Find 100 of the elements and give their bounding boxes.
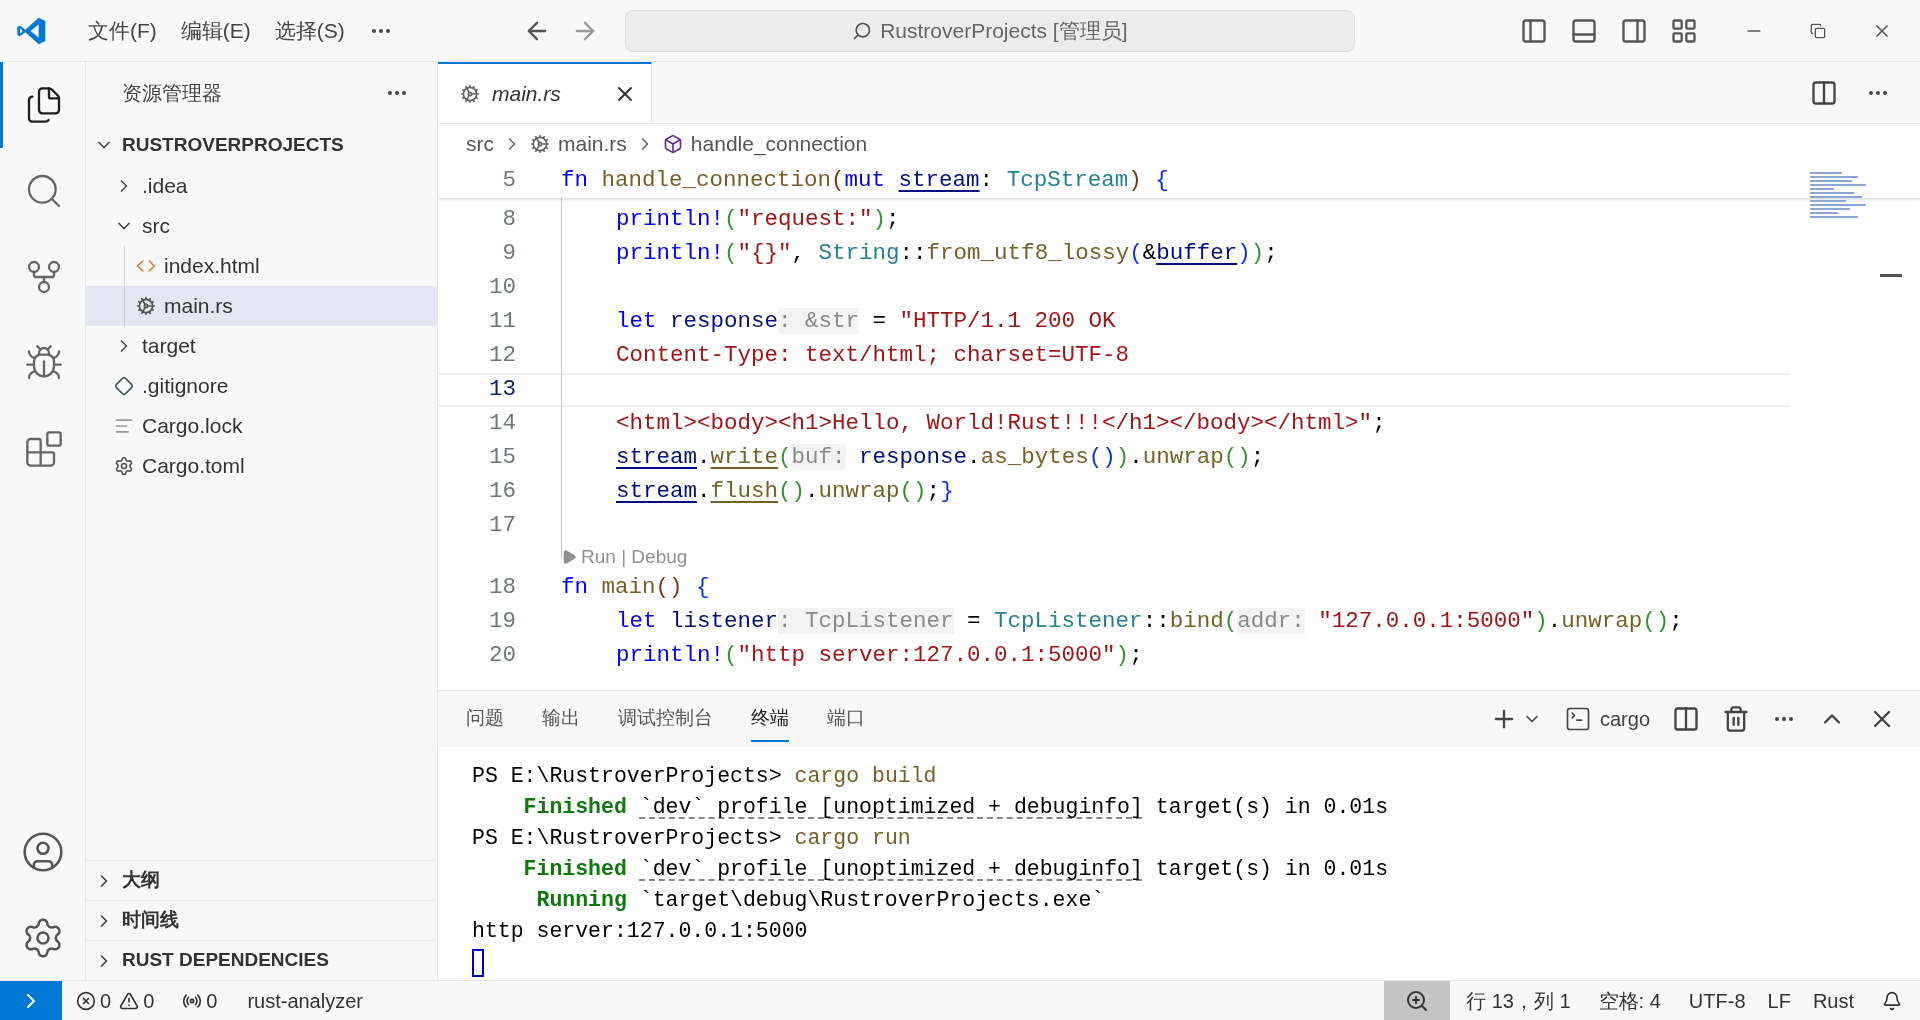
encoding-status[interactable]: UTF-8 [1688, 985, 1746, 1016]
line-number: 19 [488, 607, 517, 637]
breadcrumb-item[interactable]: src [466, 128, 494, 160]
code-line: fn handle_connection(mut stream: TcpStream) { [560, 166, 1169, 196]
code-line: <html><body><h1>Hello, World!Rust!!!</h1></body></html>"; [615, 409, 1386, 439]
split-editor-icon[interactable] [1810, 78, 1838, 107]
file-tree-item[interactable]: target [86, 326, 437, 366]
toggle-secondary-sidebar-icon[interactable] [1620, 16, 1648, 45]
file-tree-item[interactable]: index.html [86, 246, 437, 286]
line-number: 14 [488, 409, 517, 439]
account-icon[interactable] [20, 830, 65, 874]
menu-item[interactable]: 编辑(E) [168, 14, 263, 47]
file-icon [460, 83, 480, 104]
file-name: Cargo.lock [142, 413, 243, 440]
file-name: .idea [142, 173, 188, 200]
line-number: 17 [488, 511, 517, 541]
toggle-panel-icon[interactable] [1570, 16, 1598, 45]
file-name: .gitignore [142, 373, 229, 400]
line-number: 12 [488, 341, 517, 371]
line-number: 16 [488, 477, 517, 507]
code-line: Content-Type: text/html; charset=UTF-8 [615, 341, 1130, 371]
panel-tab[interactable]: 问题 [466, 695, 504, 743]
terminal-selector[interactable]: cargo [1563, 704, 1650, 734]
section-header[interactable]: 大纲 [86, 860, 437, 900]
menu-item[interactable]: 文件(F) [76, 14, 169, 47]
error-icon [76, 990, 96, 1011]
notifications-icon[interactable] [1882, 990, 1902, 1011]
split-terminal-icon[interactable] [1672, 705, 1700, 733]
menu-item[interactable]: 选择(S) [262, 14, 357, 47]
panel-tab[interactable]: 调试控制台 [618, 695, 713, 743]
file-tree-item[interactable]: .idea [86, 166, 437, 206]
file-icon [114, 416, 134, 436]
warning-icon [119, 990, 140, 1011]
panel-title: 资源管理器 [122, 81, 222, 106]
indentation-status[interactable]: 空格: 4 [1598, 985, 1661, 1016]
search-icon [852, 20, 873, 41]
breadcrumb-item[interactable]: main.rs [558, 128, 627, 160]
breadcrumb-item[interactable]: handle_connection [690, 128, 868, 160]
terminal-cursor [472, 949, 484, 977]
file-icon [114, 456, 134, 476]
file-name: index.html [164, 253, 260, 280]
line-number: 18 [488, 573, 517, 603]
file-name: main.rs [164, 293, 233, 320]
code-line: let listener: TcpListener = TcpListener::bind(addr: "127.0.0.1:5000").unwrap(); [615, 607, 1683, 637]
code-line: println!("http server:127.0.0.1:5000"); [615, 641, 1143, 671]
section-header[interactable]: RUSTROVERPROJECTS [86, 124, 437, 166]
panel-tab[interactable]: 输出 [542, 695, 580, 743]
line-number: 8 [501, 205, 517, 235]
section-header[interactable]: 时间线 [86, 900, 437, 940]
line-number: 15 [488, 443, 517, 473]
zoom-button[interactable] [1384, 981, 1451, 1020]
code-line: println!("request:"); [615, 205, 900, 235]
file-name: src [142, 213, 170, 240]
section-title: RUST DEPENDENCIES [122, 948, 329, 973]
problems-button[interactable]: 0 0 [76, 985, 155, 1016]
code-line: stream.flush().unwrap();} [615, 477, 954, 507]
layout-icon[interactable] [1670, 16, 1698, 45]
toggle-sidebar-icon[interactable] [1520, 16, 1548, 45]
line-number: 11 [488, 307, 517, 337]
file-name: target [142, 333, 196, 360]
file-icon [114, 376, 134, 396]
file-tree-item[interactable]: Cargo.toml [86, 446, 437, 486]
file-icon [136, 296, 156, 316]
terminal-line: PS E:\RustroverProjects> cargo run [472, 825, 911, 853]
terminal-line: Finished `dev` profile [unoptimized + debuginfo] target(s) in 0.01s [522, 794, 1389, 822]
file-tree-item[interactable]: .gitignore [86, 366, 437, 406]
line-number: 10 [488, 273, 517, 303]
code-line: stream.write(buf: response.as_bytes()).unwrap(); [615, 443, 1265, 473]
line-number: 13 [488, 375, 517, 405]
play-icon [561, 549, 577, 565]
trash-icon[interactable] [1722, 705, 1750, 733]
section-title: RUSTROVERPROJECTS [122, 132, 344, 157]
zoom-icon [1405, 988, 1430, 1013]
section-title: 时间线 [122, 908, 179, 933]
file-tree-item[interactable]: main.rs [86, 286, 437, 326]
language-status[interactable]: Rust [1812, 985, 1854, 1016]
code-line: fn main() { [560, 573, 710, 603]
search-text: RustroverProjects [管理员] [880, 17, 1128, 44]
file-tree-item[interactable]: src [86, 206, 437, 246]
code-line: let response: &str = "HTTP/1.1 200 OK [615, 307, 1116, 337]
terminal-line: PS E:\RustroverProjects> cargo build [472, 763, 937, 791]
ports-button[interactable]: 0 [182, 985, 218, 1016]
method-icon [662, 134, 683, 154]
editor-tab[interactable]: main.rs [438, 62, 652, 123]
terminal-line: http server:127.0.0.1:5000 [472, 918, 808, 946]
terminal-line: Running `target\debug\RustroverProjects.exe` [535, 887, 1105, 915]
line-ending-status[interactable]: LF [1767, 985, 1791, 1016]
panel-tab[interactable]: 终端 [751, 695, 789, 743]
language-server-status[interactable]: rust-analyzer [247, 985, 363, 1016]
cursor-position[interactable]: 行 13，列 1 [1466, 985, 1571, 1016]
code-line: println!("{}", String::from_utf8_lossy(&buffer)); [615, 239, 1278, 269]
file-icon [530, 134, 550, 154]
line-number: 5 [501, 166, 517, 196]
section-title: 大纲 [122, 868, 160, 893]
file-tree-item[interactable]: Cargo.lock [86, 406, 437, 446]
restore-icon[interactable] [1810, 22, 1826, 39]
activity-icon [24, 429, 64, 469]
command-search-field[interactable]: RustroverProjects [管理员] [624, 9, 1355, 52]
line-number: 9 [501, 239, 517, 269]
panel-tab[interactable]: 端口 [827, 695, 865, 743]
